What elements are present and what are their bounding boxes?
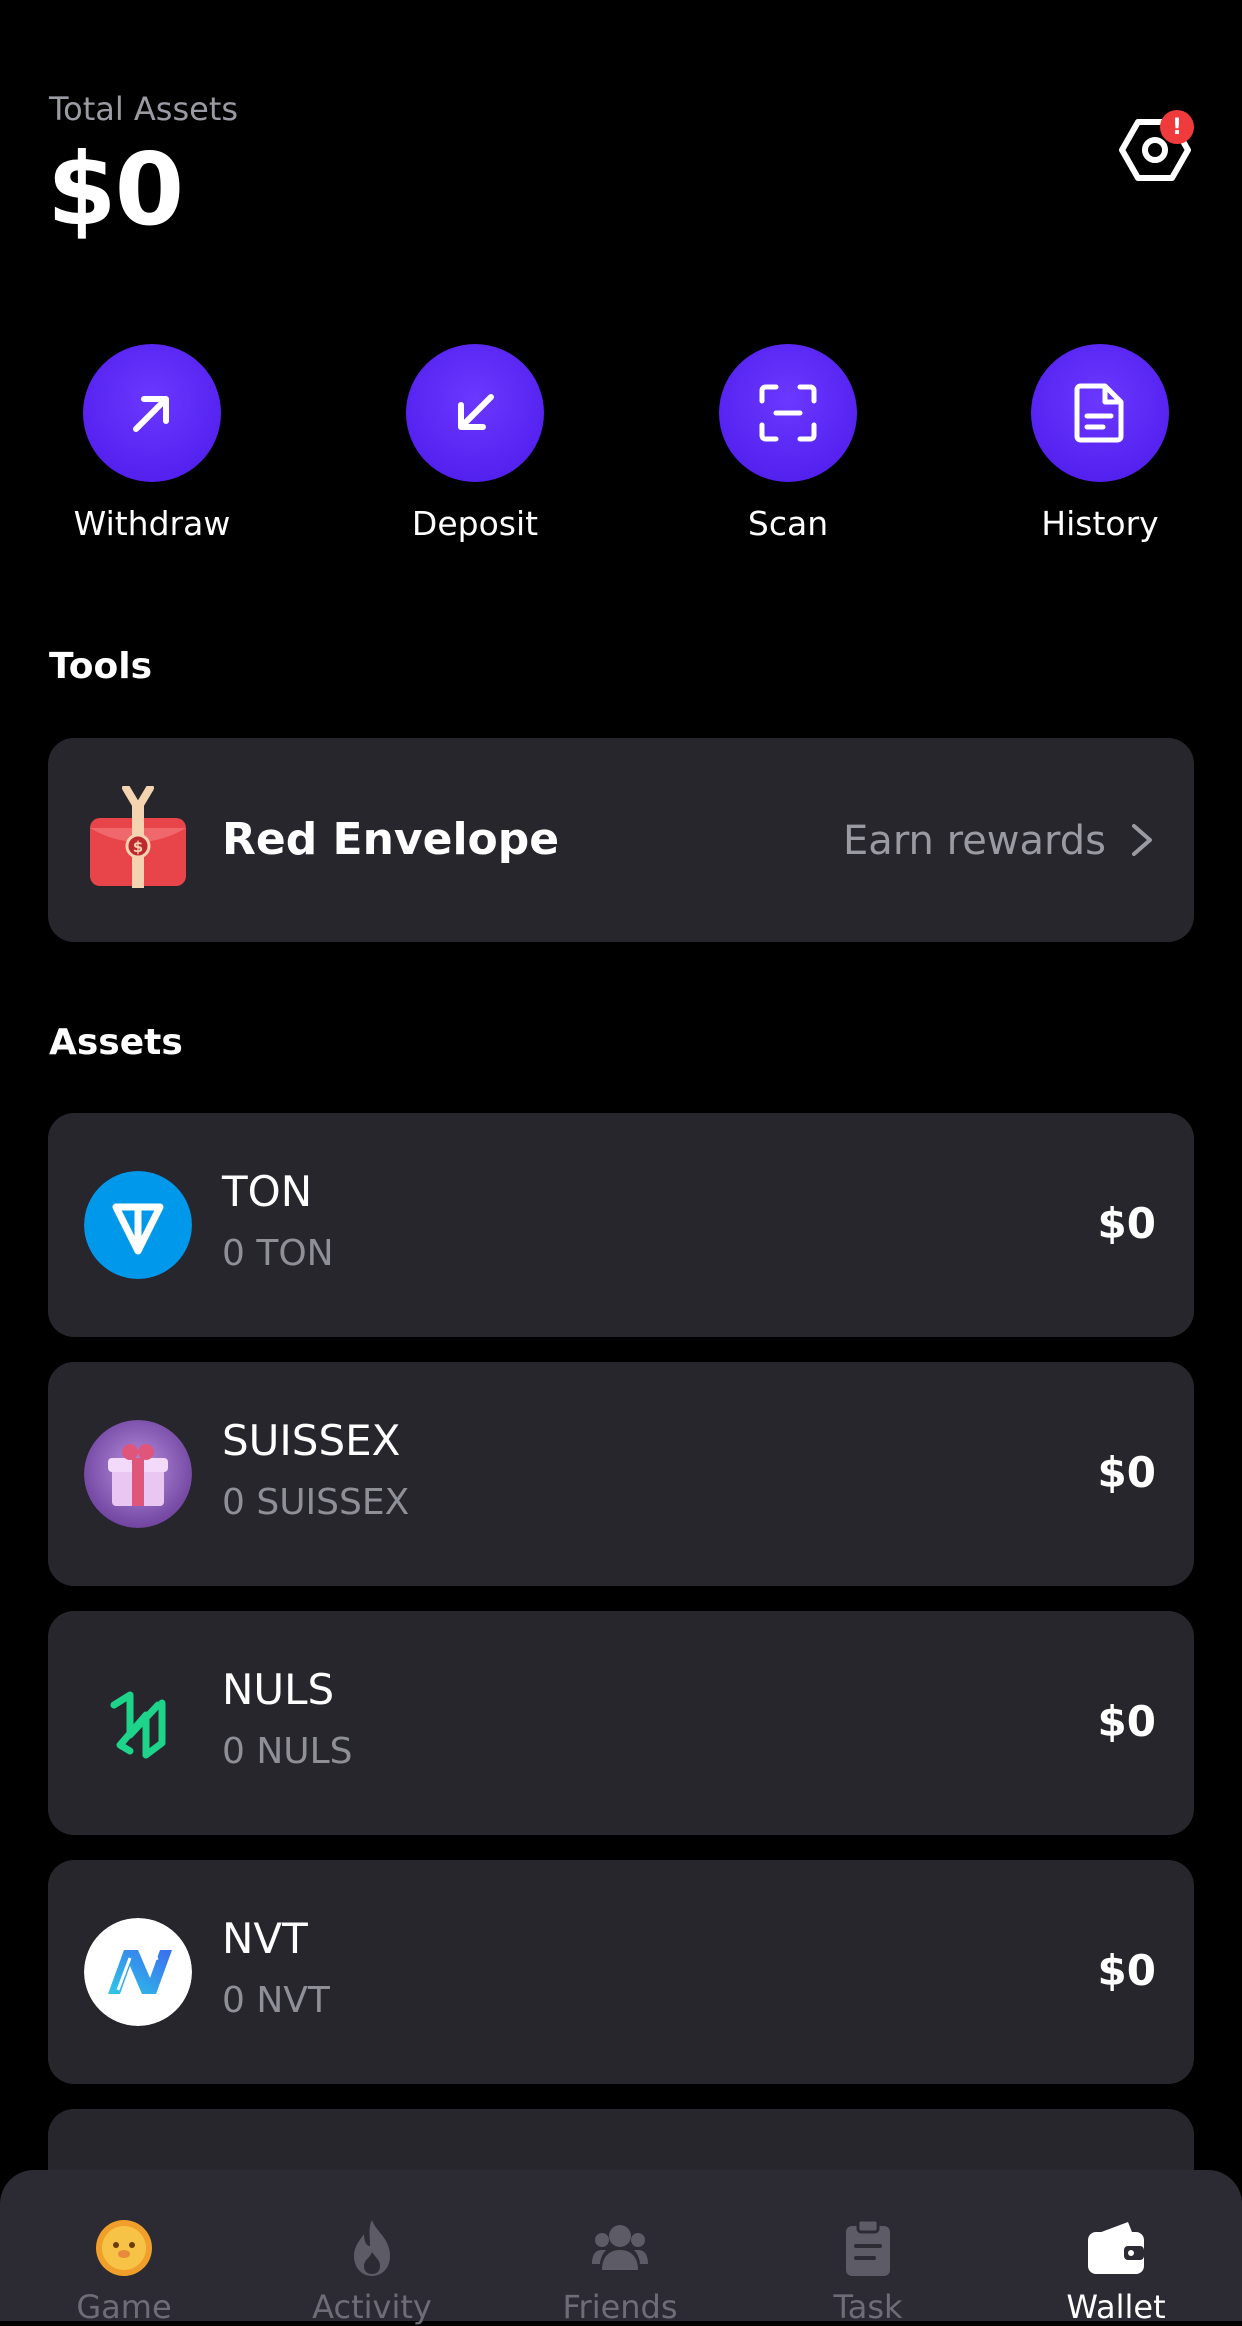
chevron-right-icon	[1132, 824, 1152, 856]
total-assets-value: $0	[47, 131, 184, 248]
scan-button[interactable]	[719, 344, 857, 482]
asset-row-nuls[interactable]: NULS 0 NULS $0	[48, 1611, 1194, 1835]
asset-amount: 0 NULS	[222, 1731, 353, 1772]
red-envelope-icon: $	[90, 786, 186, 888]
nav-friends-label: Friends	[562, 2288, 678, 2326]
withdraw-button[interactable]	[83, 344, 221, 482]
history-label: History	[1041, 504, 1159, 543]
asset-amount: 0 SUISSEX	[222, 1482, 410, 1523]
nav-activity-label: Activity	[312, 2288, 432, 2326]
document-icon	[1074, 383, 1124, 443]
scan-icon	[759, 384, 817, 442]
asset-name: NULS	[222, 1665, 335, 1714]
bottom-nav: Game Activity Friends Task Wallet	[0, 2170, 1242, 2326]
history-button[interactable]	[1031, 344, 1169, 482]
svg-text:$: $	[133, 838, 143, 856]
nvt-logo-icon	[84, 1918, 192, 2026]
history-action[interactable]: History	[1000, 344, 1200, 543]
nav-game[interactable]: Game	[0, 2170, 248, 2326]
withdraw-label: Withdraw	[73, 504, 231, 543]
friends-icon	[592, 2225, 648, 2270]
tools-section-title: Tools	[49, 646, 153, 687]
flame-icon	[354, 2220, 390, 2276]
assets-section-title: Assets	[49, 1022, 183, 1063]
wallet-icon	[1088, 2222, 1144, 2274]
ton-logo-icon	[84, 1171, 192, 1279]
asset-value: $0	[1097, 1199, 1156, 1248]
asset-row-suissex[interactable]: SUISSEX 0 SUISSEX $0	[48, 1362, 1194, 1586]
arrow-up-right-icon	[133, 396, 169, 432]
nav-task-label: Task	[833, 2288, 903, 2326]
asset-row-ton[interactable]: TON 0 TON $0	[48, 1113, 1194, 1337]
deposit-label: Deposit	[411, 504, 539, 543]
total-assets-label: Total Assets	[49, 90, 239, 128]
settings-alert-badge: !	[1160, 110, 1194, 144]
nuls-logo-icon	[110, 1691, 166, 1759]
asset-amount: 0 TON	[222, 1233, 334, 1274]
deposit-button[interactable]	[406, 344, 544, 482]
nav-friends[interactable]: Friends	[496, 2170, 744, 2326]
nav-wallet-label: Wallet	[1066, 2288, 1166, 2326]
nav-game-label: Game	[76, 2288, 172, 2326]
asset-value: $0	[1097, 1448, 1156, 1497]
scan-label: Scan	[747, 504, 829, 543]
red-envelope-card[interactable]: $ Red Envelope Earn rewards	[48, 738, 1194, 942]
withdraw-action[interactable]: Withdraw	[52, 344, 252, 543]
asset-name: TON	[222, 1167, 313, 1216]
asset-row-nvt[interactable]: NVT 0 NVT $0	[48, 1860, 1194, 2084]
nav-task[interactable]: Task	[744, 2170, 992, 2326]
red-envelope-title: Red Envelope	[222, 814, 560, 865]
deposit-action[interactable]: Deposit	[375, 344, 575, 543]
nav-wallet[interactable]: Wallet	[992, 2170, 1240, 2326]
asset-value: $0	[1097, 1697, 1156, 1746]
asset-amount: 0 NVT	[222, 1980, 330, 2021]
scan-action[interactable]: Scan	[688, 344, 888, 543]
gift-box-icon	[84, 1420, 192, 1528]
clipboard-icon	[846, 2218, 890, 2276]
asset-name: NVT	[222, 1914, 308, 1963]
asset-name: SUISSEX	[222, 1416, 401, 1465]
earn-rewards-link[interactable]: Earn rewards	[843, 818, 1106, 864]
nav-activity[interactable]: Activity	[248, 2170, 496, 2326]
arrow-down-left-icon	[458, 394, 494, 430]
asset-value: $0	[1097, 1946, 1156, 1995]
coin-face-icon	[96, 2220, 152, 2276]
